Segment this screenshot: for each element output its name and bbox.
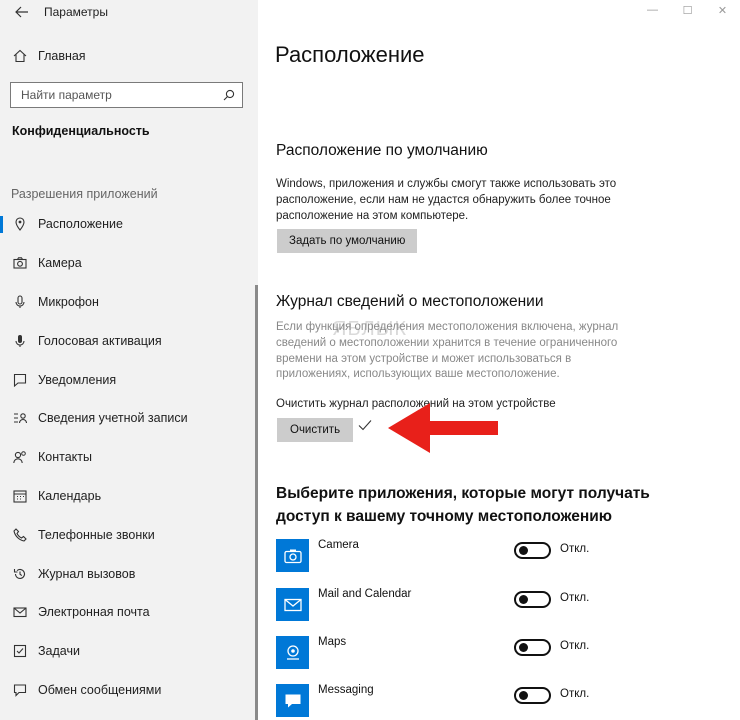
toggle-state-label: Откл. [560, 688, 590, 700]
nav-home-label: Главная [38, 49, 86, 63]
camera-location-toggle[interactable] [514, 542, 551, 559]
section-label: Разрешения приложений [11, 187, 158, 201]
sidebar-item-label: Сведения учетной записи [38, 411, 188, 426]
app-name: Messaging [318, 684, 374, 696]
sidebar: Параметры Главная Конфиденциальность Раз… [0, 0, 258, 720]
sidebar-item-label: Камера [38, 256, 82, 271]
microphone-icon [12, 294, 28, 310]
sidebar-item-email[interactable]: Электронная почта [0, 593, 255, 632]
search-input[interactable] [21, 88, 222, 102]
sidebar-item-call-history[interactable]: Журнал вызовов [0, 554, 255, 593]
main-content: — ☐ ✕ Расположение Расположение по умолч… [258, 0, 740, 720]
toggle-state-label: Откл. [560, 592, 590, 604]
mail-calendar-location-toggle[interactable] [514, 591, 551, 608]
search-box[interactable] [10, 82, 243, 108]
contacts-icon [12, 449, 28, 465]
apps-section-heading: Выберите приложения, которые могут получ… [276, 485, 650, 525]
phone-icon [12, 527, 28, 543]
category-heading: Конфиденциальность [12, 124, 150, 138]
sidebar-item-account-info[interactable]: Сведения учетной записи [0, 399, 255, 438]
clear-button[interactable]: Очистить [277, 418, 354, 442]
maximize-button[interactable]: ☐ [670, 0, 705, 20]
sidebar-item-label: Обмен сообщениями [38, 682, 162, 697]
app-name: Mail and Calendar [318, 588, 412, 600]
sidebar-item-microphone[interactable]: Микрофон [0, 283, 255, 322]
window-controls: — ☐ ✕ [635, 0, 740, 20]
camera-app-icon [276, 539, 309, 572]
watermark: ЯБЛЫК [332, 318, 408, 340]
location-history-description: Если функция определения местоположения … [276, 321, 619, 381]
sidebar-item-location[interactable]: Расположение [0, 205, 255, 244]
messaging-app-icon [276, 684, 309, 717]
nav-list: Расположение Камера Микрофон Голосовая а… [0, 205, 255, 709]
location-icon [12, 216, 28, 232]
app-row-camera: Camera Откл. [276, 539, 596, 575]
search-icon[interactable] [222, 88, 236, 102]
camera-icon [12, 255, 28, 271]
sidebar-item-label: Журнал вызовов [38, 566, 136, 581]
sidebar-item-camera[interactable]: Камера [0, 244, 255, 283]
voice-activation-icon [12, 333, 28, 349]
account-info-icon [12, 410, 28, 426]
set-default-button[interactable]: Задать по умолчанию [277, 229, 418, 253]
app-name: Maps [318, 636, 347, 648]
nav-home[interactable]: Главная [12, 48, 86, 64]
sidebar-item-messaging[interactable]: Обмен сообщениями [0, 671, 255, 710]
maps-app-icon [276, 636, 309, 669]
close-button[interactable]: ✕ [705, 0, 740, 20]
notifications-icon [12, 372, 28, 388]
email-icon [12, 604, 28, 620]
app-row-maps: Maps Откл. [276, 636, 596, 672]
toggle-state-label: Откл. [560, 543, 590, 555]
sidebar-item-calendar[interactable]: Календарь [0, 477, 255, 516]
messaging-icon [12, 682, 28, 698]
sidebar-item-notifications[interactable]: Уведомления [0, 360, 255, 399]
location-history-heading: Журнал сведений о местоположении [276, 293, 544, 310]
call-history-icon [12, 566, 28, 582]
default-location-description: Windows, приложения и службы смогут такж… [276, 178, 617, 222]
mail-app-icon [276, 588, 309, 621]
sidebar-item-label: Контакты [38, 450, 92, 465]
sidebar-item-tasks[interactable]: Задачи [0, 632, 255, 671]
minimize-button[interactable]: — [635, 0, 670, 20]
sidebar-item-contacts[interactable]: Контакты [0, 438, 255, 477]
maps-location-toggle[interactable] [514, 639, 551, 656]
sidebar-item-label: Расположение [38, 217, 123, 232]
window-title: Параметры [44, 5, 108, 19]
sidebar-item-label: Электронная почта [38, 605, 150, 620]
toggle-state-label: Откл. [560, 640, 590, 652]
app-row-messaging: Messaging Откл. [276, 684, 596, 720]
back-arrow-icon[interactable] [14, 5, 30, 19]
window-title-bar: Параметры [14, 5, 108, 19]
checkmark-icon [358, 420, 372, 431]
sidebar-item-phone-calls[interactable]: Телефонные звонки [0, 515, 255, 554]
default-location-heading: Расположение по умолчанию [276, 142, 488, 159]
sidebar-item-label: Уведомления [38, 372, 117, 387]
red-arrow-icon [388, 403, 498, 453]
messaging-location-toggle[interactable] [514, 687, 551, 704]
sidebar-item-label: Микрофон [38, 294, 99, 309]
tasks-icon [12, 643, 28, 659]
page-title: Расположение [275, 42, 425, 67]
home-icon [12, 48, 28, 64]
app-name: Camera [318, 539, 359, 551]
calendar-icon [12, 488, 28, 504]
sidebar-item-label: Голосовая активация [38, 333, 162, 348]
sidebar-item-label: Календарь [38, 488, 102, 503]
app-row-mail-calendar: Mail and Calendar Откл. [276, 588, 596, 624]
sidebar-item-label: Телефонные звонки [38, 527, 155, 542]
sidebar-item-voice-activation[interactable]: Голосовая активация [0, 321, 255, 360]
sidebar-item-label: Задачи [38, 644, 80, 659]
